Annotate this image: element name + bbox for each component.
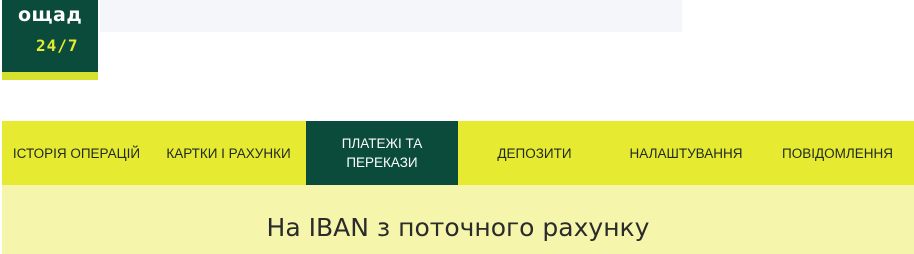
header-band bbox=[100, 0, 682, 32]
main-nav: ІСТОРІЯ ОПЕРАЦІЙ КАРТКИ І РАХУНКИ ПЛАТЕЖ… bbox=[2, 121, 914, 185]
oschad-logo[interactable]: ощад 24/7 bbox=[2, 0, 98, 80]
page-title-banner: На IBAN з поточного рахунку bbox=[2, 185, 914, 254]
tab-cards-accounts[interactable]: КАРТКИ І РАХУНКИ bbox=[151, 121, 306, 185]
tab-history[interactable]: ІСТОРІЯ ОПЕРАЦІЙ bbox=[2, 121, 151, 185]
tab-payments-transfers[interactable]: ПЛАТЕЖІ ТА ПЕРЕКАЗИ bbox=[306, 121, 458, 185]
tab-settings[interactable]: НАЛАШТУВАННЯ bbox=[611, 121, 761, 185]
logo-name: ощад bbox=[18, 4, 83, 26]
logo-tagline: 24/7 bbox=[36, 36, 79, 55]
page-title: На IBAN з поточного рахунку bbox=[266, 213, 650, 242]
tab-deposits[interactable]: ДЕПОЗИТИ bbox=[458, 121, 611, 185]
tab-notifications[interactable]: ПОВІДОМЛЕННЯ bbox=[761, 121, 914, 185]
